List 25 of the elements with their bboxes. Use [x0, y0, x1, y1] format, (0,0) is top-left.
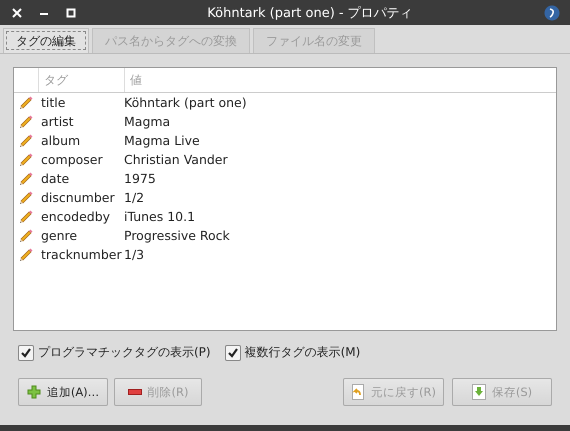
- tag-value: 1975: [123, 171, 156, 186]
- tab[interactable]: タグの編集: [3, 28, 89, 53]
- column-header[interactable]: 値: [125, 68, 556, 92]
- tag-value: Progressive Rock: [123, 228, 230, 243]
- tag-value: Magma: [123, 114, 170, 129]
- tag-name: date: [40, 171, 70, 186]
- checkbox-label: プログラマチックタグの表示(P): [38, 344, 211, 361]
- tag-value: Christian Vander: [123, 152, 228, 167]
- tag-name: composer: [40, 152, 104, 167]
- tag-value: 1/2: [123, 190, 144, 205]
- tag-name: artist: [40, 114, 75, 129]
- tag-name: genre: [40, 228, 78, 243]
- tag-value: Magma Live: [123, 133, 200, 148]
- tag-name: encodedby: [40, 209, 112, 224]
- add-button[interactable]: 追加(A)…: [18, 378, 108, 406]
- tag-value: 1/3: [123, 247, 144, 262]
- column-header[interactable]: タグ: [39, 68, 125, 92]
- tag-value: iTunes 10.1: [123, 209, 196, 224]
- tag-value: Köhntark (part one): [123, 95, 247, 110]
- tag-name: tracknumber: [40, 247, 121, 262]
- checkbox-label: 複数行タグの表示(M): [244, 344, 360, 361]
- tag-name: discnumber: [40, 190, 116, 205]
- tag-name: album: [40, 133, 82, 148]
- window-title: Köhntark (part one) - プロパティ: [206, 4, 414, 22]
- tag-name: title: [40, 95, 66, 110]
